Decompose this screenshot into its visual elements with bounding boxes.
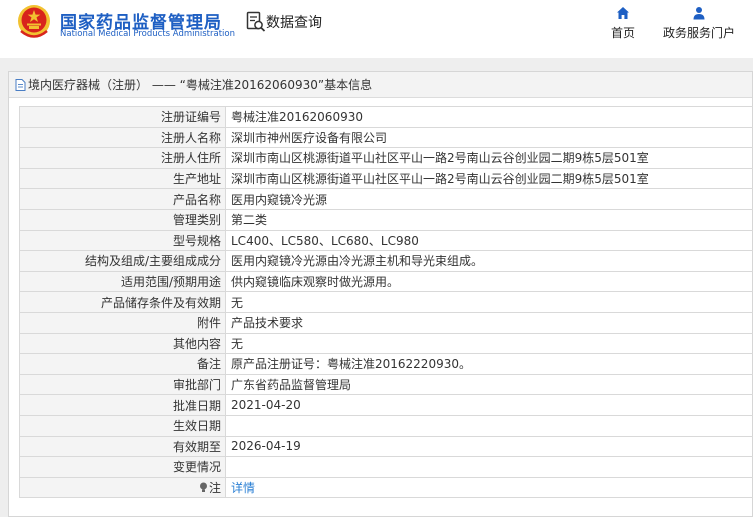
table-row: 注册人名称 深圳市神州医疗设备有限公司 [19,126,753,149]
field-label: 生产地址 [19,167,226,190]
field-value: 无 [225,291,753,313]
national-emblem-icon [18,5,50,38]
table-row: 其他内容无 [19,332,753,355]
field-value: 医用内窥镜冷光源由冷光源主机和导光束组成。 [225,250,753,272]
field-value: 深圳市神州医疗设备有限公司 [225,126,753,149]
field-label: 生效日期 [19,414,226,437]
note-label: 注 [208,480,221,495]
field-label: 产品储存条件及有效期 [19,291,226,313]
field-value: 深圳市南山区桃源街道平山社区平山一路2号南山云谷创业园二期9栋5层501室 [225,167,753,190]
field-label: 批准日期 [19,394,226,416]
nav-home[interactable]: 首页 [604,6,642,41]
field-value: 2021-04-20 [225,394,753,416]
nav-home-label: 首页 [610,26,635,40]
field-value: 粤械注准20162060930 [225,106,753,128]
table-row: 有效期至 2026-04-19 [19,435,753,458]
home-icon [617,7,629,19]
field-label: 注册人名称 [19,126,226,149]
nav-service-portal[interactable]: 政务服务门户 [659,6,739,41]
table-row: 生效日期 [19,414,753,437]
field-label: 有效期至 [19,435,226,458]
field-value: 深圳市南山区桃源街道平山社区平山一路2号南山云谷创业园二期9栋5层501室 [225,147,753,169]
table-row: 管理类别 第二类 [19,208,753,231]
field-label: 管理类别 [19,208,226,231]
table-row: 型号规格 LC400、LC580、LC680、LC980 [19,229,753,252]
field-label: 结构及组成/主要组成成分 [19,250,226,272]
field-value: 供内窥镜临床观察时做光源用。 [225,270,753,293]
table-row: 生产地址 深圳市南山区桃源街道平山社区平山一路2号南山云谷创业园二期9栋5层501… [19,167,753,190]
table-row: 结构及组成/主要组成成分 医用内窥镜冷光源由冷光源主机和导光束组成。 [19,250,753,272]
field-label: 产品名称 [19,188,226,210]
table-row: 产品名称 医用内窥镜冷光源 [19,188,753,210]
user-icon [693,7,705,20]
table-row: 变更情况 [19,456,753,478]
panel-title-record: “粤械注准20162060930”基本信息 [179,78,373,92]
table-row: 备注 原产品注册证号：粤械注准20162220930。 [19,353,753,375]
site-header: 国家药品监督管理局 National Medical Products Admi… [0,0,753,58]
panel-title-separator: —— [148,77,180,92]
note-value-cell: 详情 [225,476,753,499]
table-row: 审批部门 广东省药品监督管理局 [19,373,753,396]
field-label: 其他内容 [19,332,226,355]
field-label: 型号规格 [19,229,226,252]
field-label: 备注 [19,353,226,375]
registration-info-table: 注册证编号 粤械注准20162060930 注册人名称 深圳市神州医疗设备有限公司 注册… [19,106,753,499]
table-row: 附件 产品技术要求 [19,311,753,334]
document-icon [15,78,26,91]
field-label: 适用范围/预期用途 [19,270,226,293]
field-value: 2026-04-19 [225,435,753,458]
site-subtitle: National Medical Products Administration [60,29,235,39]
field-value: LC400、LC580、LC680、LC980 [225,229,753,252]
panel-title-category: 境内医疗器械（注册） [28,78,149,92]
field-label: 附件 [19,311,226,334]
field-label: 审批部门 [19,373,226,396]
details-link[interactable]: 详情 [231,481,255,495]
note-label-cell: 注 [19,476,226,499]
table-row-note: 注详情 [19,476,753,499]
field-value: 医用内窥镜冷光源 [225,188,753,210]
field-value [225,414,753,437]
table-row: 注册证编号 粤械注准20162060930 [19,106,753,128]
data-query-icon[interactable] [246,11,266,33]
field-value: 产品技术要求 [225,311,753,334]
field-label: 注册证编号 [19,106,226,128]
table-row: 适用范围/预期用途 供内窥镜临床观察时做光源用。 [19,270,753,293]
nav-service-portal-label: 政务服务门户 [662,26,735,40]
table-row: 批准日期 2021-04-20 [19,394,753,416]
field-value: 广东省药品监督管理局 [225,373,753,396]
field-value: 第二类 [225,208,753,231]
data-query-link[interactable]: 数据查询 [266,12,322,32]
table-row: 产品储存条件及有效期无 [19,291,753,313]
field-value [225,456,753,478]
lightbulb-icon [199,482,207,492]
field-label: 变更情况 [19,456,226,478]
detail-panel: 境内医疗器械（注册） —— “粤械注准20162060930”基本信息 注册证编… [8,71,753,517]
field-value: 原产品注册证号：粤械注准20162220930。 [225,353,753,375]
field-label: 注册人住所 [19,147,226,169]
table-row: 注册人住所 深圳市南山区桃源街道平山社区平山一路2号南山云谷创业园二期9栋5层50… [19,147,753,169]
field-value: 无 [225,332,753,355]
panel-title: 境内医疗器械（注册） —— “粤械注准20162060930”基本信息 [9,72,752,98]
